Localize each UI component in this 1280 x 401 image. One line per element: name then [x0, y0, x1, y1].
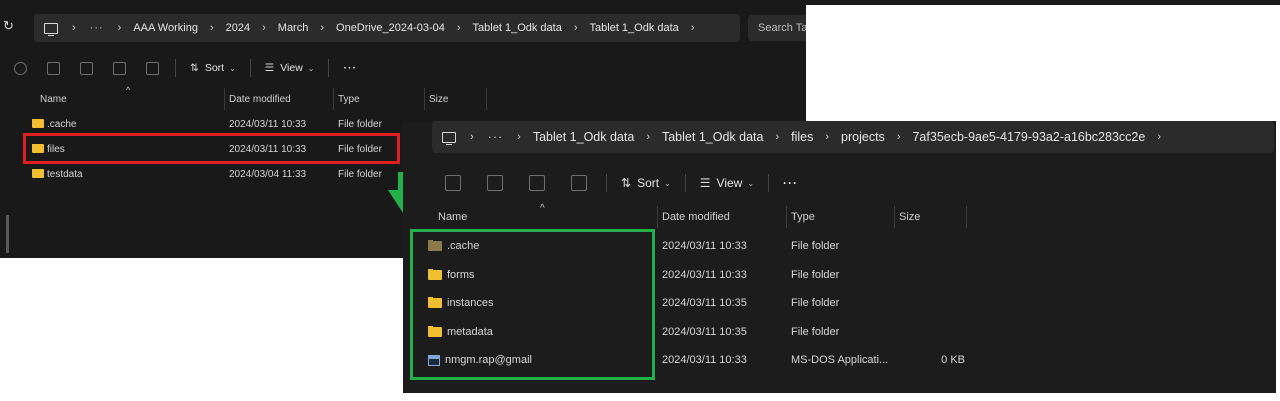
command-bar: ⇅ Sort ⌄ ☰ View ⌄ ··· [432, 168, 798, 198]
background-window-strip [806, 0, 1280, 5]
column-name[interactable]: Name [432, 206, 658, 228]
breadcrumb-item[interactable]: Tablet 1_Odk data [469, 22, 566, 34]
command-bar: ⇅ Sort ⌄ ☰ View ⌄ ··· [4, 55, 357, 81]
folder-icon [32, 168, 44, 179]
computer-icon [44, 22, 58, 36]
breadcrumb-item[interactable]: projects [837, 130, 889, 144]
more-options-button[interactable]: ··· [343, 62, 357, 74]
list-item[interactable]: .cache 2024/03/11 10:33 File folder [32, 116, 428, 132]
highlight-files-folder [23, 133, 400, 164]
breadcrumb-item[interactable]: March [274, 22, 313, 34]
column-name[interactable]: Name [0, 88, 225, 110]
column-type[interactable]: Type [787, 206, 895, 228]
column-date-modified[interactable]: Date modified [225, 88, 334, 110]
column-header: Name Date modified Type Size [432, 206, 967, 228]
column-size[interactable]: Size [425, 88, 487, 110]
more-breadcrumb-button[interactable]: ··· [84, 22, 110, 34]
chevron-down-icon: ⌄ [229, 63, 236, 73]
refresh-icon[interactable]: ↻ [3, 18, 14, 34]
rename-icon[interactable] [80, 61, 93, 75]
more-breadcrumb-button[interactable]: ··· [482, 130, 510, 144]
breadcrumb-item[interactable]: files [787, 130, 817, 144]
sort-icon: ⇅ [190, 62, 199, 74]
chevron-down-icon: ⌄ [747, 178, 755, 188]
delete-icon[interactable] [146, 61, 159, 75]
column-date-modified[interactable]: Date modified [658, 206, 787, 228]
chevron-right-icon[interactable]: › [64, 22, 84, 34]
view-icon: ☰ [264, 62, 275, 74]
address-bar[interactable]: › ··· › Tablet 1_Odk data › Tablet 1_Odk… [432, 121, 1274, 153]
view-button[interactable]: ☰ View ⌄ [700, 176, 754, 190]
search-input[interactable]: Search Tab [748, 15, 806, 41]
more-options-button[interactable]: ··· [783, 176, 798, 190]
column-header: Name Date modified Type Size [0, 88, 487, 110]
sort-icon: ⇅ [621, 176, 632, 190]
chevron-down-icon: ⌄ [307, 63, 315, 73]
chevron-right-icon[interactable]: › [1149, 131, 1169, 143]
breadcrumb-item[interactable]: 2024 [222, 22, 254, 34]
breadcrumb-item[interactable]: Tablet 1_Odk data [529, 130, 638, 144]
address-bar[interactable]: › ··· › AAA Working › 2024 › March › One… [34, 14, 740, 42]
column-type[interactable]: Type [334, 88, 425, 110]
highlight-project-contents [410, 229, 655, 380]
view-button[interactable]: ☰ View ⌄ [265, 62, 315, 74]
breadcrumb-item[interactable]: 7af35ecb-9ae5-4179-93a2-a16bc283cc2e [908, 130, 1149, 144]
share-icon[interactable] [113, 61, 126, 75]
chevron-right-icon[interactable]: › [683, 22, 703, 34]
delete-icon[interactable] [571, 175, 587, 191]
breadcrumb-item[interactable]: AAA Working [129, 22, 202, 34]
chevron-down-icon: ⌄ [664, 178, 671, 188]
share-icon[interactable] [529, 175, 545, 191]
folder-icon [32, 118, 44, 129]
copy-icon[interactable] [445, 175, 461, 191]
computer-icon [442, 131, 456, 145]
list-item[interactable]: testdata 2024/03/04 11:33 File folder [32, 166, 428, 182]
scrollbar[interactable] [6, 215, 9, 253]
chevron-right-icon[interactable]: › [462, 131, 482, 143]
sort-button[interactable]: ⇅ Sort ⌄ [621, 176, 671, 190]
new-icon[interactable] [14, 61, 27, 75]
copy-icon[interactable] [47, 61, 60, 75]
breadcrumb-item[interactable]: OneDrive_2024-03-04 [332, 22, 449, 34]
rename-icon[interactable] [487, 175, 503, 191]
sort-button[interactable]: ⇅ Sort ⌄ [190, 62, 236, 74]
breadcrumb-item[interactable]: Tablet 1_Odk data [586, 22, 683, 34]
view-icon: ☰ [699, 176, 711, 190]
breadcrumb-item[interactable]: Tablet 1_Odk data [658, 130, 767, 144]
column-size[interactable]: Size [895, 206, 967, 228]
